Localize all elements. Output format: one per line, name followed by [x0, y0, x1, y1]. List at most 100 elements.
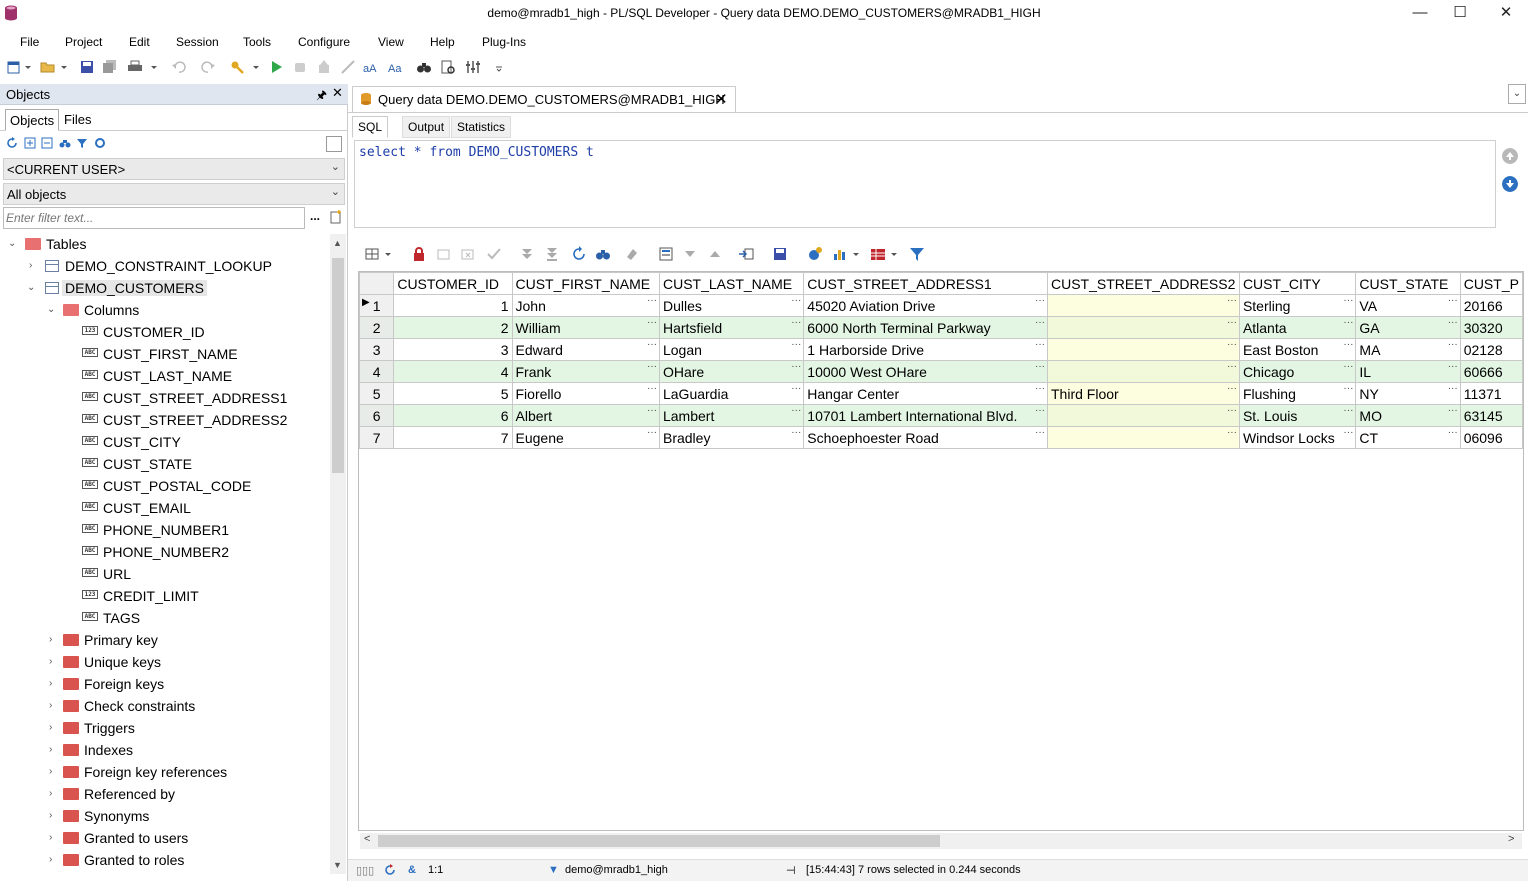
refresh-icon[interactable] [6, 137, 18, 149]
menu-view[interactable]: View [378, 35, 404, 49]
tree-node-folder[interactable]: › Foreign keys [0, 674, 330, 696]
cell-last[interactable]: OHare ··· [658, 360, 805, 383]
tree-node-column[interactable]: ABC PHONE_NUMBER2 [0, 542, 330, 564]
cell-city[interactable]: Windsor Locks ··· [1238, 426, 1357, 449]
cell-first[interactable]: Fiorello ··· [511, 382, 660, 405]
undo-icon[interactable] [171, 59, 187, 75]
cell-addr1[interactable]: Hangar Center ··· [803, 382, 1048, 405]
chevron-down-icon[interactable]: ⌄ [27, 282, 37, 293]
row-number[interactable]: ▶ 1 [359, 294, 395, 317]
cell-last[interactable]: Bradley ··· [658, 426, 805, 449]
table-row[interactable]: 5 5 Fiorello ··· LaGuardia ··· Hangar Center ··… [359, 382, 1523, 405]
table-row[interactable]: 7 7 Eugene ··· Bradley ··· Schoephoester Road ·… [359, 426, 1523, 449]
cell-editor-button[interactable]: ··· [1343, 318, 1353, 329]
redo-icon[interactable] [200, 59, 216, 75]
grid-view-dropdown-icon[interactable] [890, 246, 898, 262]
chevron-right-icon[interactable]: › [49, 854, 59, 865]
preferences-icon[interactable] [465, 59, 481, 75]
new-icon[interactable] [6, 59, 22, 75]
tree-node-tables[interactable]: ⌄ Tables [0, 234, 330, 256]
key-icon[interactable] [230, 59, 246, 75]
tree-node-column[interactable]: ABC PHONE_NUMBER1 [0, 520, 330, 542]
cell-city[interactable]: Sterling ··· [1238, 294, 1357, 317]
sql-text[interactable]: select * from DEMO_CUSTOMERS t [359, 145, 594, 160]
row-number[interactable]: 4 [359, 360, 395, 383]
chevron-right-icon[interactable]: › [49, 810, 59, 821]
sort-down-icon[interactable] [682, 246, 698, 262]
cell-editor-button[interactable]: ··· [1035, 296, 1045, 307]
tree-node-columns[interactable]: ⌄ Columns [0, 300, 330, 322]
lowercase-icon[interactable]: Aa [388, 59, 404, 75]
menu-tools[interactable]: Tools [243, 35, 271, 49]
column-header[interactable]: CUST_STREET_ADDRESS2 [1047, 272, 1240, 295]
cell-id[interactable]: 1 [393, 294, 513, 317]
tree-node-table[interactable]: › DEMO_CONSTRAINT_LOOKUP [0, 256, 330, 278]
cell-editor-button[interactable]: ··· [647, 384, 657, 395]
cell-last[interactable]: Dulles ··· [658, 294, 805, 317]
explain-icon[interactable] [340, 59, 356, 75]
fetch-last-icon[interactable] [316, 59, 332, 75]
filter-field[interactable] [3, 207, 305, 229]
panel-option-box[interactable] [326, 136, 342, 152]
tree-node-column[interactable]: ABC CUST_EMAIL [0, 498, 330, 520]
scroll-right-icon[interactable]: > [1508, 833, 1514, 845]
column-header[interactable]: CUST_LAST_NAME [658, 272, 805, 295]
tree-node-folder[interactable]: › Granted to users [0, 828, 330, 850]
connection-name[interactable]: demo@mradb1_high [565, 864, 668, 876]
cell-postal[interactable]: 63145 [1459, 404, 1523, 427]
maximize-button[interactable]: ☐ [1445, 3, 1475, 23]
chart-icon[interactable] [832, 246, 848, 262]
folder-settings-icon[interactable] [94, 137, 106, 149]
pin-icon[interactable]: 🖈 [316, 86, 327, 107]
chevron-right-icon[interactable]: › [49, 634, 59, 645]
cell-editor-button[interactable]: ··· [1448, 318, 1458, 329]
cell-editor-button[interactable]: ··· [1227, 428, 1237, 439]
refresh-grid-icon[interactable] [571, 246, 587, 262]
toolbar-options-icon[interactable] [494, 59, 504, 75]
cell-editor-button[interactable]: ··· [791, 340, 801, 351]
export-icon[interactable] [738, 246, 754, 262]
lock-icon[interactable] [411, 246, 427, 262]
cell-postal[interactable]: 60666 [1459, 360, 1523, 383]
cell-editor-button[interactable]: ··· [791, 362, 801, 373]
column-header[interactable]: CUST_STREET_ADDRESS1 [803, 272, 1048, 295]
tab-sql[interactable]: SQL [352, 116, 389, 138]
substitution-icon[interactable]: & [408, 864, 416, 876]
column-header[interactable]: CUST_P [1459, 272, 1523, 295]
expand-all-icon[interactable] [24, 137, 36, 149]
chevron-right-icon[interactable]: › [49, 788, 59, 799]
grid-view-icon[interactable] [870, 246, 886, 262]
row-number[interactable]: 6 [359, 404, 395, 427]
cell-editor-button[interactable]: ··· [791, 318, 801, 329]
find-object-icon[interactable] [59, 137, 71, 149]
cell-editor-button[interactable]: ··· [1035, 428, 1045, 439]
tree-node-folder[interactable]: › Triggers [0, 718, 330, 740]
filter-input[interactable] [6, 209, 296, 227]
tree-node-table-selected[interactable]: ⌄ DEMO_CUSTOMERS [0, 278, 330, 300]
chevron-right-icon[interactable]: › [49, 832, 59, 843]
table-row[interactable]: ▶ 1 1 John ··· Dulles ··· 45020 Aviation Drive ·… [359, 294, 1523, 317]
cell-postal[interactable]: 30320 [1459, 316, 1523, 339]
cell-editor-button[interactable]: ··· [1343, 428, 1353, 439]
menu-edit[interactable]: Edit [129, 35, 150, 49]
filter-options-button[interactable]: ... [310, 209, 320, 223]
delete-record-icon[interactable] [460, 246, 476, 262]
grid-corner[interactable] [359, 272, 395, 295]
previous-statement-icon[interactable] [1502, 148, 1518, 164]
table-row[interactable]: 2 2 William ··· Hartsfield ··· 6000 North Term… [359, 316, 1523, 339]
tree-node-folder[interactable]: › Foreign key references [0, 762, 330, 784]
cell-first[interactable]: Frank ··· [511, 360, 660, 383]
tab-objects[interactable]: Objects [5, 109, 60, 131]
find-icon[interactable] [416, 59, 432, 75]
tree-node-column[interactable]: ABC CUST_STATE [0, 454, 330, 476]
uppercase-icon[interactable]: aA [363, 59, 379, 75]
cell-editor-button[interactable]: ··· [1448, 406, 1458, 417]
key-dropdown-icon[interactable] [252, 59, 260, 75]
cell-id[interactable]: 4 [393, 360, 513, 383]
cell-addr2[interactable]: ··· [1047, 294, 1240, 317]
status-refresh-icon[interactable] [384, 864, 396, 876]
cell-editor-button[interactable]: ··· [1343, 296, 1353, 307]
cell-first[interactable]: John ··· [511, 294, 660, 317]
cell-addr2[interactable]: Third Floor ··· [1047, 382, 1240, 405]
tree-node-column[interactable]: ABC CUST_LAST_NAME [0, 366, 330, 388]
